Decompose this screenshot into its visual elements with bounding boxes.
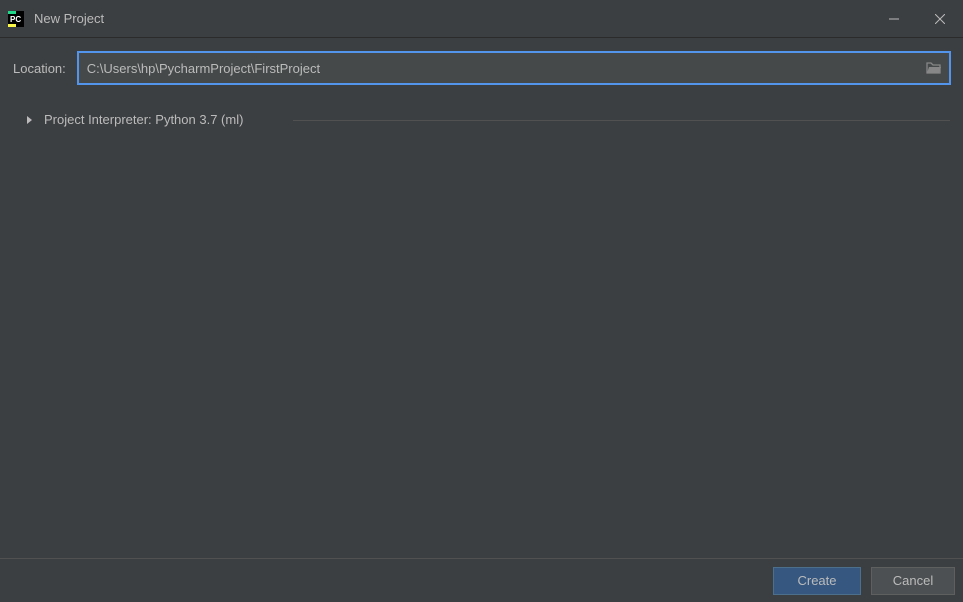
dialog-content: Location: Project Interpreter: Python 3.… <box>0 38 963 558</box>
pycharm-icon: PC <box>8 11 24 27</box>
browse-folder-icon[interactable] <box>926 61 942 75</box>
chevron-right-icon <box>26 115 34 125</box>
location-label: Location: <box>13 61 66 76</box>
minimize-button[interactable] <box>871 0 917 37</box>
close-button[interactable] <box>917 0 963 37</box>
cancel-button[interactable]: Cancel <box>871 567 955 595</box>
titlebar-left: PC New Project <box>8 11 871 27</box>
location-input[interactable] <box>78 52 950 84</box>
location-row: Location: <box>13 52 950 84</box>
window-controls <box>871 0 963 37</box>
dialog-footer: Create Cancel <box>0 558 963 602</box>
interpreter-label: Project Interpreter: Python 3.7 (ml) <box>44 112 243 127</box>
titlebar: PC New Project <box>0 0 963 38</box>
svg-text:PC: PC <box>10 15 21 24</box>
create-button[interactable]: Create <box>773 567 861 595</box>
interpreter-expander[interactable]: Project Interpreter: Python 3.7 (ml) <box>13 112 950 127</box>
location-input-wrapper <box>78 52 950 84</box>
window-title: New Project <box>34 11 104 26</box>
